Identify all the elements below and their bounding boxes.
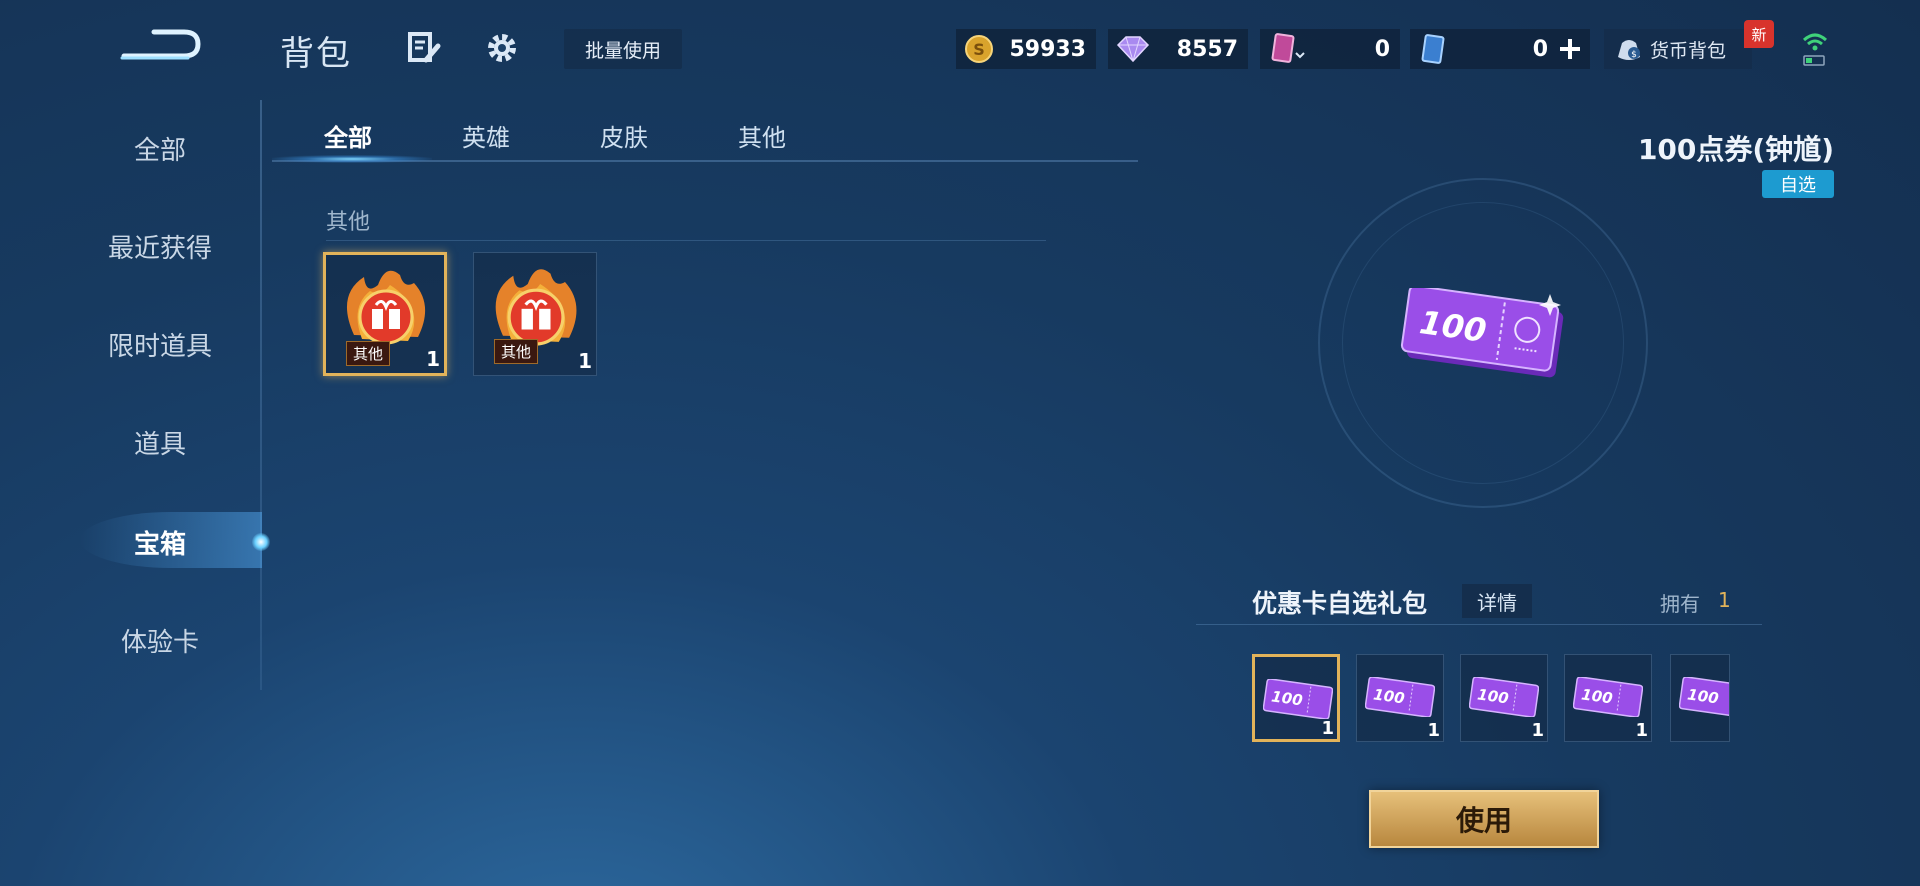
card-icon (1271, 33, 1305, 63)
edit-icon[interactable] (404, 28, 444, 68)
active-tab-indicator (272, 155, 432, 163)
sidebar-item-chest[interactable]: 宝箱 (60, 524, 260, 561)
coin-balance: S 59933 (956, 29, 1096, 69)
settings-gear-icon[interactable] (482, 28, 522, 68)
mini-voucher-icon: 100 (1679, 677, 1729, 717)
inventory-item[interactable]: 其他 1 (323, 252, 447, 376)
tab-skins[interactable]: 皮肤 (600, 118, 648, 153)
diamond-value: 8557 (1176, 36, 1238, 62)
mini-voucher-icon: 100 (1573, 677, 1643, 717)
mini-voucher-icon: 100 (1263, 679, 1333, 719)
wallet-bag-icon: $ (1618, 40, 1640, 60)
currency-wallet-button[interactable]: $ 货币背包 (1604, 29, 1752, 69)
plus-icon[interactable] (1558, 37, 1582, 61)
mini-voucher-icon: 100 (1365, 677, 1435, 717)
owned-label: 拥有 (1660, 592, 1700, 616)
voucher-ticket-image: 100 (1400, 284, 1570, 384)
sidebar-item-limited[interactable]: 限时道具 (60, 326, 260, 363)
optional-badge: 自选 (1762, 170, 1834, 198)
mini-voucher-icon: 100 (1469, 677, 1539, 717)
gift-pack-title: 优惠卡自选礼包 (1252, 589, 1428, 618)
new-badge: 新 (1744, 20, 1774, 48)
section-label: 其他 (326, 210, 371, 235)
use-button[interactable]: 使用 (1369, 790, 1599, 848)
diamond-icon (1116, 36, 1150, 63)
sidebar-item-trial-card[interactable]: 体验卡 (60, 622, 260, 659)
pack-divider (1196, 624, 1762, 625)
sidebar-item-props[interactable]: 道具 (60, 424, 260, 461)
coin-icon: S (965, 35, 993, 63)
option-count: 1 (1635, 720, 1648, 741)
option-count: 1 (1321, 718, 1334, 739)
wifi-battery-status (1800, 28, 1830, 68)
item-category-tag: 其他 (494, 339, 539, 364)
pack-option[interactable]: 100 1 (1460, 654, 1548, 742)
item-count: 1 (426, 347, 440, 371)
option-count: 1 (1427, 720, 1440, 741)
wifi-icon (1802, 33, 1828, 66)
pack-option[interactable]: 100 1 (1356, 654, 1444, 742)
card-value: 0 (1374, 36, 1390, 62)
coin-value: 59933 (1009, 36, 1086, 62)
wallet-label: 货币背包 (1650, 39, 1727, 62)
back-button[interactable] (118, 22, 204, 68)
back-arrow-icon (120, 29, 201, 60)
sidebar-item-recent[interactable]: 最近获得 (60, 228, 260, 265)
voucher-icon (1421, 34, 1445, 64)
page-title: 背包 (280, 34, 352, 74)
tab-all[interactable]: 全部 (324, 118, 372, 153)
tab-other[interactable]: 其他 (738, 118, 786, 153)
item-detail-title: 100点券(钟馗) (1637, 133, 1834, 166)
inventory-item[interactable]: 其他 1 (473, 252, 597, 376)
svg-text:S: S (973, 40, 985, 59)
details-button[interactable]: 详情 (1462, 584, 1532, 618)
batch-use-button[interactable]: 批量使用 (564, 29, 682, 69)
pack-option[interactable]: 100 1 (1252, 654, 1340, 742)
option-count: 1 (1531, 720, 1544, 741)
owned-count: 1 (1718, 588, 1731, 612)
item-category-tag: 其他 (346, 341, 391, 366)
pack-option[interactable]: 100 (1670, 654, 1730, 742)
diamond-balance: 8557 (1108, 29, 1248, 69)
pack-option[interactable]: 100 1 (1564, 654, 1652, 742)
tab-heroes[interactable]: 英雄 (462, 118, 510, 153)
svg-text:$: $ (1631, 50, 1637, 60)
voucher-balance: 0 (1410, 29, 1590, 69)
section-divider (326, 240, 1046, 241)
sidebar-item-all[interactable]: 全部 (60, 130, 260, 167)
item-count: 1 (578, 349, 592, 373)
card-balance: 0 (1260, 29, 1400, 69)
sidebar: 全部 最近获得 限时道具 道具 宝箱 体验卡 (0, 100, 262, 700)
voucher-value: 0 (1532, 36, 1548, 62)
